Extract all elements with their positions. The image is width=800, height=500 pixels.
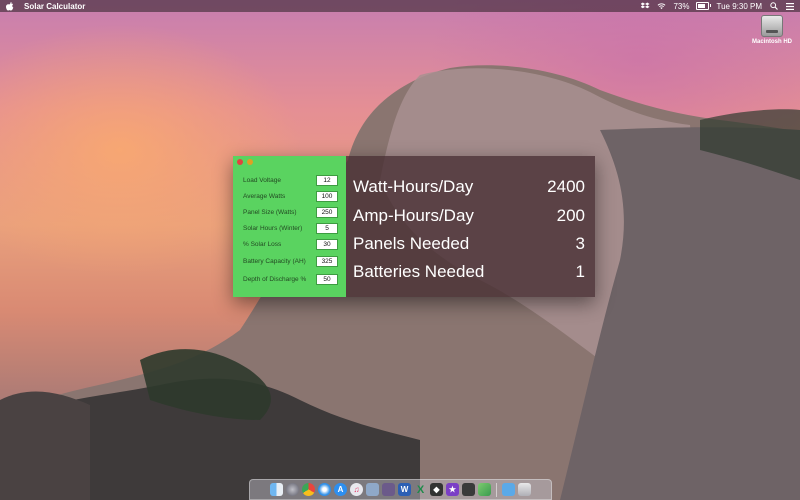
close-button[interactable] (237, 159, 243, 165)
result-value: 2400 (547, 177, 585, 196)
input-row-solar-hours: Solar Hours (Winter) 5 (243, 222, 338, 235)
dock: A ♫ W X ◆ ★ (249, 479, 552, 500)
input-row-battery-capacity: Battery Capacity (AH) 325 (243, 255, 338, 268)
word-icon[interactable]: W (398, 483, 411, 496)
input-row-panel-size: Panel Size (Watts) 250 (243, 206, 338, 219)
result-label: Batteries Needed (353, 262, 485, 281)
terminal-icon[interactable] (462, 483, 475, 496)
result-row-amp-hours: Amp-Hours/Day 200 (353, 203, 585, 229)
chrome-icon[interactable] (302, 483, 315, 496)
app-name-menu[interactable]: Solar Calculator (24, 2, 85, 11)
maps-icon[interactable] (478, 483, 491, 496)
launchpad-icon[interactable] (286, 483, 299, 496)
preview-icon[interactable] (366, 483, 379, 496)
depth-of-discharge-field[interactable]: 50 (316, 274, 338, 285)
average-watts-field[interactable]: 100 (316, 191, 338, 202)
input-panel: Load Voltage 12 Average Watts 100 Panel … (233, 156, 346, 297)
apple-menu-icon[interactable] (6, 1, 14, 11)
load-voltage-field[interactable]: 12 (316, 175, 338, 186)
macintosh-hd-desktop-icon[interactable]: Macintosh HD (748, 15, 796, 45)
input-label: % Solar Loss (243, 241, 282, 248)
result-value: 200 (556, 206, 585, 225)
safari-icon[interactable] (318, 483, 331, 496)
dropbox-icon[interactable] (641, 2, 651, 11)
minimize-button[interactable] (247, 159, 253, 165)
downloads-folder-icon[interactable] (502, 483, 515, 496)
battery-icon[interactable] (696, 2, 712, 10)
result-row-watt-hours: Watt-Hours/Day 2400 (353, 174, 585, 200)
input-row-load-voltage: Load Voltage 12 (243, 174, 338, 187)
input-label: Load Voltage (243, 177, 281, 184)
finder-icon[interactable] (270, 483, 283, 496)
wifi-icon[interactable] (657, 2, 666, 11)
result-value: 3 (575, 234, 585, 253)
menubar-clock[interactable]: Tue 9:30 PM (716, 2, 762, 11)
result-label: Panels Needed (353, 234, 470, 253)
input-label: Depth of Discharge % (243, 276, 307, 283)
panel-size-field[interactable]: 250 (316, 207, 338, 218)
window-controls (237, 159, 253, 165)
app-store-icon[interactable]: A (334, 483, 347, 496)
hard-drive-icon (761, 15, 783, 37)
trash-icon[interactable] (518, 483, 531, 496)
input-row-average-watts: Average Watts 100 (243, 190, 338, 203)
input-label: Panel Size (Watts) (243, 209, 297, 216)
battery-level (698, 4, 706, 8)
battery-capacity-field[interactable]: 325 (316, 256, 338, 267)
battery-percent: 73% (673, 1, 690, 11)
dock-separator (496, 482, 497, 497)
photos-icon[interactable] (382, 483, 395, 496)
hd-label: Macintosh HD (751, 39, 792, 45)
spotlight-search-icon[interactable] (769, 2, 778, 11)
solar-loss-field[interactable]: 30 (316, 239, 338, 250)
solar-calculator-window: Load Voltage 12 Average Watts 100 Panel … (233, 156, 595, 297)
instruments-icon[interactable]: ★ (446, 483, 459, 496)
excel-icon[interactable]: X (414, 483, 427, 496)
unity-icon[interactable]: ◆ (430, 483, 443, 496)
input-row-depth-of-discharge: Depth of Discharge % 50 (243, 273, 338, 286)
status-area: 73% Tue 9:30 PM (641, 2, 794, 11)
notification-center-icon[interactable] (785, 2, 794, 11)
result-label: Watt-Hours/Day (353, 177, 474, 196)
solar-hours-field[interactable]: 5 (316, 223, 338, 234)
result-label: Amp-Hours/Day (353, 206, 474, 225)
result-row-batteries-needed: Batteries Needed 1 (353, 259, 585, 285)
results-panel: Watt-Hours/Day 2400 Amp-Hours/Day 200 Pa… (346, 156, 595, 297)
input-row-solar-loss: % Solar Loss 30 (243, 238, 338, 251)
result-value: 1 (575, 262, 585, 281)
menu-bar: Solar Calculator 73% Tue 9:30 PM (0, 0, 800, 12)
input-label: Average Watts (243, 193, 286, 200)
input-label: Battery Capacity (AH) (243, 258, 306, 265)
result-row-panels-needed: Panels Needed 3 (353, 231, 585, 257)
input-label: Solar Hours (Winter) (243, 225, 303, 232)
itunes-icon[interactable]: ♫ (350, 483, 363, 496)
